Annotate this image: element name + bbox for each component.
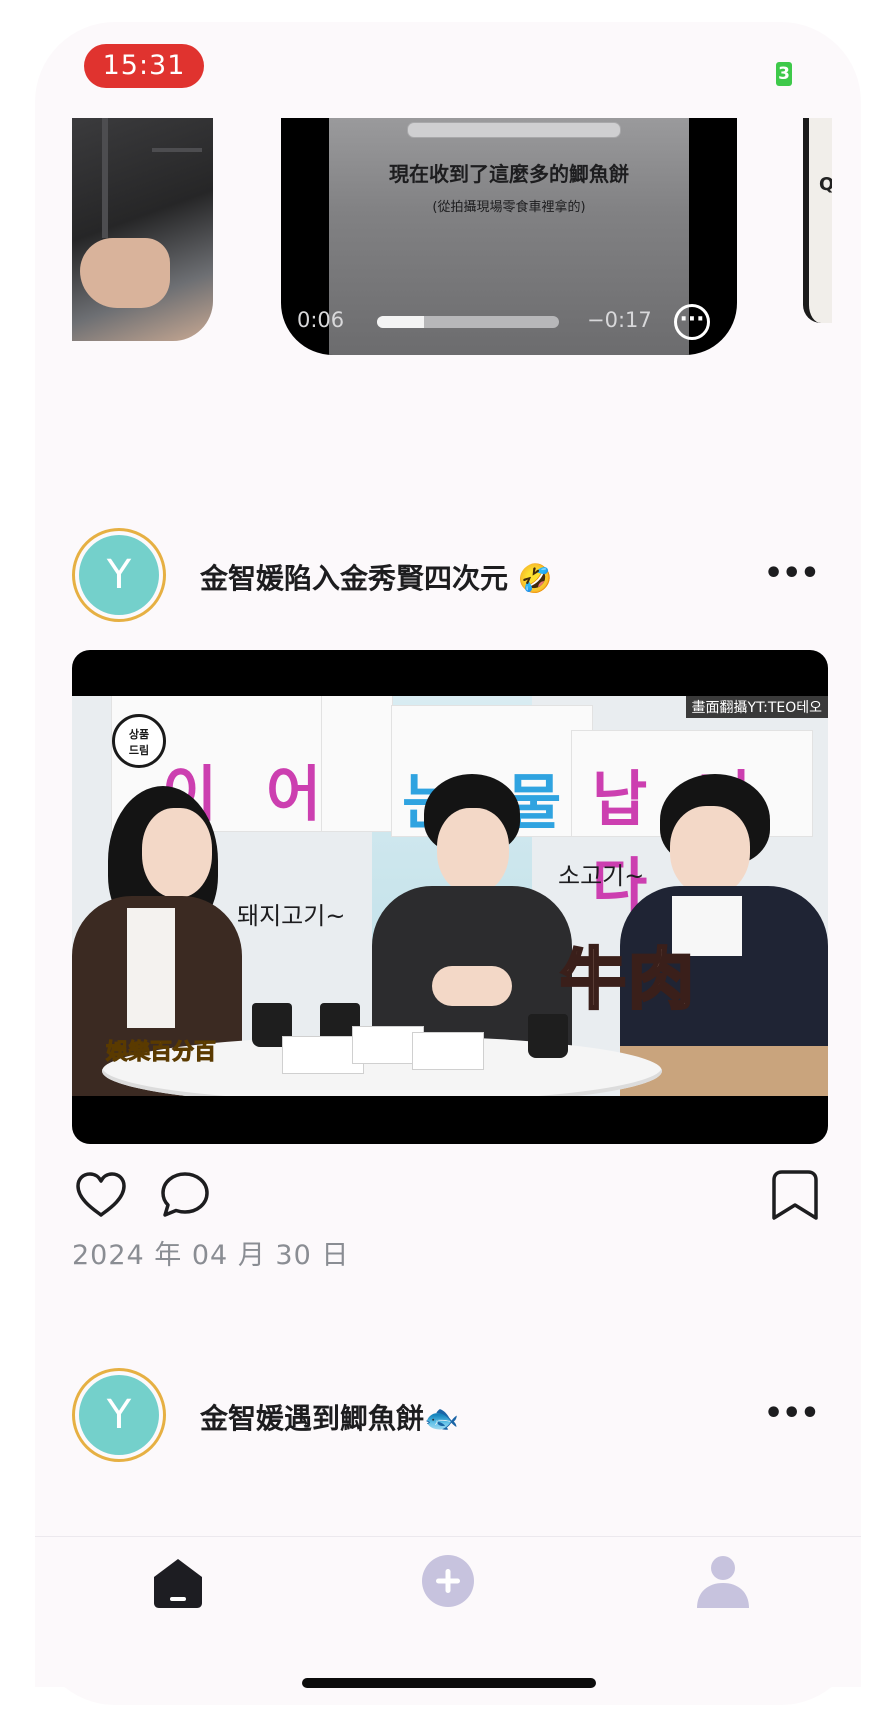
video-remaining-time: −0:17 xyxy=(587,308,652,332)
video-more-icon[interactable]: ··· xyxy=(674,304,710,340)
video-top-bar xyxy=(407,122,621,138)
status-time: 15:31 xyxy=(84,44,204,88)
avatar-letter: Y xyxy=(79,535,159,615)
video-scrubber[interactable] xyxy=(377,316,559,328)
tab-bar xyxy=(35,1536,861,1687)
jacket-pocket xyxy=(152,148,202,152)
watermark: 畫面翻攝YT:TEO테오 xyxy=(685,696,828,718)
person-face xyxy=(437,808,509,894)
video-subtitle-sub: (從拍攝現場零食車裡拿的) xyxy=(432,200,586,215)
video-caption: 돼지고기~ xyxy=(237,902,346,930)
carousel-item-next[interactable]: Q xyxy=(803,118,832,323)
home-icon[interactable] xyxy=(148,1551,208,1611)
show-logo: 상품 드림 xyxy=(112,714,166,768)
video-caption: 소고기~ xyxy=(558,862,645,890)
avatar-letter: Y xyxy=(79,1375,159,1455)
more-options-icon[interactable]: ••• xyxy=(764,556,820,591)
battery-icon: 3 xyxy=(776,62,792,86)
more-options-icon[interactable]: ••• xyxy=(764,1396,820,1431)
jacket-seam xyxy=(102,118,108,238)
carousel-item-previous[interactable] xyxy=(72,118,213,341)
heart-icon[interactable] xyxy=(74,1171,128,1219)
video-subtitle: 現在收到了這麼多的鯽魚餅 xyxy=(389,162,629,186)
person-face xyxy=(142,808,212,898)
video-caption-big: 牛肉 xyxy=(559,940,696,1020)
home-indicator[interactable] xyxy=(302,1678,596,1688)
video-scrubber-fill xyxy=(377,316,425,328)
hand-image xyxy=(80,238,170,308)
carousel-next-text: Q xyxy=(819,174,832,195)
shirt xyxy=(127,908,175,1028)
video-player[interactable]: 現在收到了這麼多的鯽魚餅 (從拍攝現場零食車裡拿的) 0:06 −0:17 ··… xyxy=(281,118,737,355)
person-face xyxy=(670,806,750,896)
add-icon[interactable] xyxy=(418,1551,478,1611)
video-elapsed-time: 0:06 xyxy=(297,308,345,332)
profile-icon[interactable] xyxy=(693,1551,753,1611)
person-hands xyxy=(432,966,512,1006)
comment-icon[interactable] xyxy=(159,1170,213,1222)
post-title: 金智媛陷入金秀賢四次元 🤣 xyxy=(200,562,553,595)
post-video[interactable]: 이 어 눈 물 납 니 다 상품드림 畫面翻攝YT:TEO테오 돼지고기~ 소고… xyxy=(72,650,828,1144)
video-frame: 이 어 눈 물 납 니 다 상품드림 畫面翻攝YT:TEO테오 돼지고기~ 소고… xyxy=(72,696,828,1096)
channel-logo: 娛樂百分百 xyxy=(105,1040,217,1066)
box xyxy=(412,1032,484,1070)
bookmark-icon[interactable] xyxy=(768,1168,822,1224)
avatar[interactable]: Y xyxy=(72,528,166,622)
post-title: 金智媛遇到鯽魚餅🐟 xyxy=(200,1402,459,1435)
post-date: 2024 年 04 月 30 日 xyxy=(72,1240,350,1271)
avatar[interactable]: Y xyxy=(72,1368,166,1462)
